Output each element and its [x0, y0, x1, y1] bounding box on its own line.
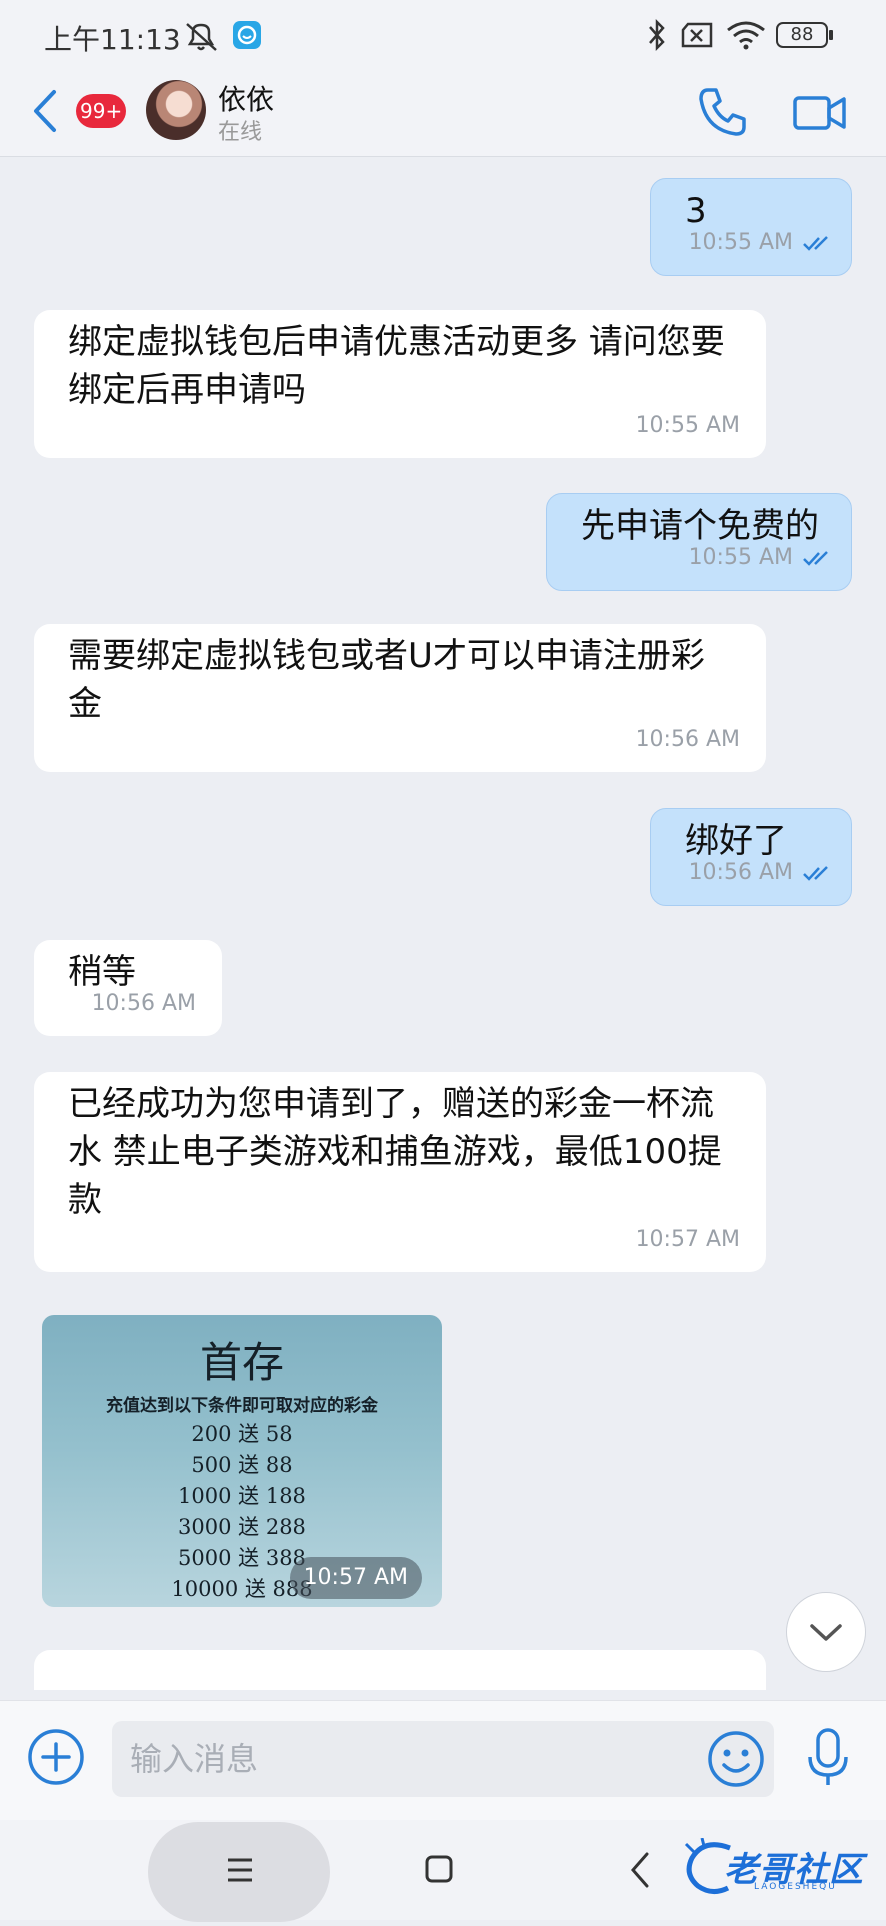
no-sim-icon	[681, 22, 713, 48]
message-time: 10:56 AM	[688, 860, 793, 885]
contact-status: 在线	[218, 120, 263, 145]
add-attachment-icon[interactable]	[26, 1727, 86, 1787]
message-time: 10:56 AM	[635, 727, 740, 752]
image-message[interactable]: 首存 充值达到以下条件即可取对应的彩金 200 送 58 500 送 88 10…	[42, 1315, 442, 1607]
wifi-icon	[727, 21, 765, 50]
message-bubble-partial[interactable]	[34, 1650, 766, 1690]
message-bubble-incoming[interactable]: 绑定虚拟钱包后申请优惠活动更多 请问您要绑定后再申请吗 10:55 AM	[34, 310, 766, 458]
recent-apps-button[interactable]	[148, 1822, 330, 1922]
battery-level: 88	[790, 24, 814, 45]
home-square-icon[interactable]	[424, 1854, 454, 1884]
app-notification-icon	[233, 21, 261, 49]
message-time: 10:56 AM	[91, 991, 196, 1016]
message-input[interactable]	[112, 1721, 774, 1797]
message-bubble-outgoing[interactable]: 3 10:55 AM	[650, 178, 852, 276]
read-checkmarks-icon	[803, 551, 828, 566]
message-meta: 10:56 AM	[636, 716, 740, 764]
message-meta: 10:56 AM	[689, 849, 833, 897]
status-bar: 上午11:13 88	[0, 0, 886, 70]
message-bubble-outgoing[interactable]: 绑好了 10:56 AM	[650, 808, 852, 906]
message-text: 已经成功为您申请到了，赠送的彩金一杯流水 禁止电子类游戏和捕鱼游戏，最低100提…	[68, 1084, 722, 1220]
message-meta: 10:57 AM	[636, 1216, 740, 1264]
watermark-subtext: LAOGESHEQU	[754, 1882, 837, 1892]
message-bubble-incoming[interactable]: 需要绑定虚拟钱包或者U才可以申请注册彩金 10:56 AM	[34, 624, 766, 772]
chevron-down-icon	[810, 1624, 842, 1641]
image-subtitle: 充值达到以下条件即可取对应的彩金	[106, 1396, 378, 1416]
emoji-icon[interactable]	[706, 1729, 766, 1789]
message-time: 10:55 AM	[635, 413, 740, 438]
microphone-icon[interactable]	[806, 1727, 850, 1789]
bluetooth-icon	[649, 18, 665, 52]
message-time: 10:57 AM	[635, 1227, 740, 1252]
message-time: 10:55 AM	[688, 545, 793, 570]
bonus-row: 500 送 88	[191, 1453, 293, 1477]
image-time: 10:57 AM	[289, 1557, 422, 1599]
image-title: 首存	[199, 1338, 284, 1387]
message-text: 绑定虚拟钱包后申请优惠活动更多 请问您要绑定后再申请吗	[68, 322, 725, 410]
message-meta: 10:55 AM	[636, 402, 740, 450]
mute-bell-icon	[186, 23, 217, 51]
avatar[interactable]	[146, 80, 206, 140]
battery-tip	[829, 30, 833, 40]
nav-back-icon[interactable]	[628, 1850, 652, 1890]
back-arrow-icon[interactable]	[30, 86, 60, 136]
bonus-row: 200 送 58	[191, 1422, 293, 1446]
message-bubble-outgoing[interactable]: 先申请个免费的 10:55 AM	[546, 493, 852, 591]
scroll-down-button[interactable]	[786, 1592, 866, 1672]
message-meta: 10:55 AM	[689, 219, 833, 267]
menu-icon	[228, 1858, 252, 1882]
message-text: 需要绑定虚拟钱包或者U才可以申请注册彩金	[68, 636, 705, 724]
battery-icon: 88	[776, 22, 828, 48]
message-meta: 10:56 AM	[92, 980, 196, 1028]
message-input-bar	[0, 1700, 886, 1821]
message-time: 10:55 AM	[688, 230, 793, 255]
status-time: 上午11:13	[44, 23, 181, 56]
bonus-row: 1000 送 188	[178, 1484, 306, 1508]
message-bubble-incoming[interactable]: 已经成功为您申请到了，赠送的彩金一杯流水 禁止电子类游戏和捕鱼游戏，最低100提…	[34, 1072, 766, 1272]
bonus-row: 3000 送 288	[178, 1515, 306, 1539]
message-meta: 10:55 AM	[689, 534, 833, 582]
system-navigation-bar: 老哥社区 LAOGESHEQU	[0, 1820, 886, 1922]
video-call-icon[interactable]	[792, 88, 848, 138]
phone-call-icon[interactable]	[694, 84, 750, 140]
contact-name[interactable]: 依依	[218, 78, 274, 118]
watermark-logo: 老哥社区 LAOGESHEQU	[684, 1838, 874, 1898]
unread-badge: 99+	[76, 94, 127, 128]
message-bubble-incoming[interactable]: 稍等 10:56 AM	[34, 940, 222, 1036]
read-checkmarks-icon	[803, 866, 828, 881]
read-checkmarks-icon	[803, 236, 828, 251]
chat-header: 99+ 依依 在线	[0, 70, 886, 157]
